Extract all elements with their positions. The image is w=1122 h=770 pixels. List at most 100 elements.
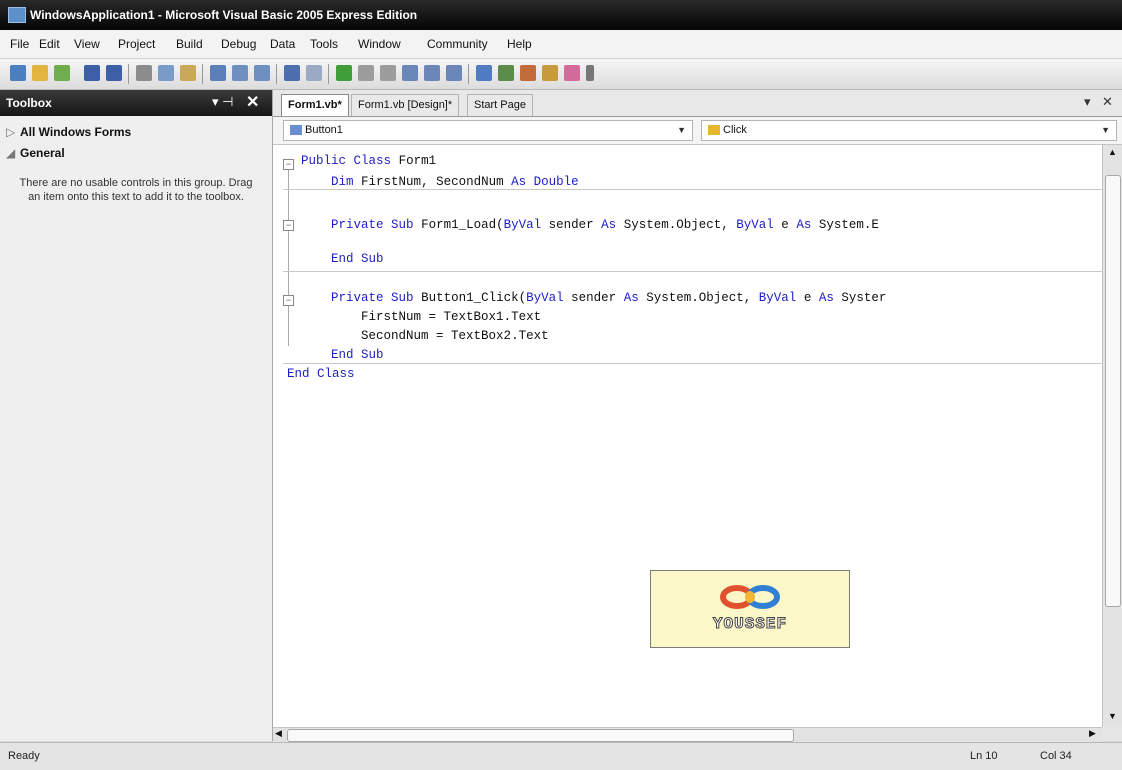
- class-name-value: Button1: [305, 124, 343, 136]
- keyword-token: ByVal: [736, 218, 774, 232]
- keyword-token: Double: [533, 175, 579, 189]
- outline-line: [288, 170, 289, 346]
- window-title: WindowsApplication1 - Microsoft Visual B…: [30, 8, 418, 22]
- step-over-icon[interactable]: [424, 65, 440, 81]
- scrollbar-thumb[interactable]: [287, 729, 794, 742]
- tab-start-page[interactable]: Start Page: [467, 94, 533, 116]
- keyword-token: End: [287, 367, 310, 381]
- keyword-token: Dim: [331, 175, 354, 189]
- menu-help[interactable]: Help: [507, 37, 532, 51]
- tab-form1-design[interactable]: Form1.vb [Design]*: [351, 94, 460, 116]
- menu-data[interactable]: Data: [270, 37, 295, 51]
- keyword-token: ByVal: [503, 218, 542, 232]
- properties-icon[interactable]: [498, 65, 514, 81]
- undo-icon[interactable]: [284, 65, 300, 81]
- code-editor[interactable]: − − − Public Class Form1 Dim FirstNum, S…: [273, 145, 1102, 727]
- uncomment-icon[interactable]: [254, 65, 270, 81]
- collapse-region-icon[interactable]: −: [283, 220, 294, 231]
- redo-icon[interactable]: [306, 65, 322, 81]
- start-debugging-icon[interactable]: [336, 65, 352, 81]
- menu-edit[interactable]: Edit: [39, 37, 60, 51]
- menu-build[interactable]: Build: [176, 37, 203, 51]
- solution-explorer-icon[interactable]: [476, 65, 492, 81]
- youssef-logo: YOUSSEF: [650, 570, 850, 648]
- horizontal-scrollbar[interactable]: ◀ ▶: [273, 727, 1102, 742]
- keyword-token: End: [331, 252, 354, 266]
- standard-toolbar: [0, 59, 1122, 90]
- toolbar-options-icon[interactable]: [586, 65, 594, 81]
- menu-community[interactable]: Community: [427, 37, 488, 51]
- object-browser-icon[interactable]: [520, 65, 536, 81]
- toolbox-section-general[interactable]: ◢ General: [6, 146, 65, 160]
- keyword-token: Class: [317, 367, 355, 381]
- menu-tools[interactable]: Tools: [310, 37, 338, 51]
- keyword-token: Sub: [391, 291, 414, 305]
- toolbox-section-all-windows-forms[interactable]: ▷ All Windows Forms: [6, 125, 131, 139]
- method-separator: [283, 189, 1102, 190]
- menu-file[interactable]: File: [10, 37, 29, 51]
- save-icon[interactable]: [84, 65, 100, 81]
- status-bar: Ready Ln 10 Col 34: [0, 742, 1122, 770]
- code-line: End Sub: [301, 252, 384, 266]
- scrollbar-thumb[interactable]: [1105, 175, 1121, 607]
- keyword-token: Sub: [361, 252, 384, 266]
- keyword-token: Sub: [391, 218, 414, 232]
- scroll-right-icon[interactable]: ▶: [1089, 728, 1096, 739]
- comment-icon[interactable]: [232, 65, 248, 81]
- scroll-left-icon[interactable]: ◀: [275, 728, 282, 739]
- vertical-scrollbar[interactable]: ▲ ▼: [1102, 145, 1122, 727]
- code-line: Private Sub Form1_Load(ByVal sender As S…: [331, 218, 879, 232]
- toolbar-separator: [468, 64, 469, 84]
- toolbox-title: Toolbox: [6, 96, 52, 110]
- keyword-token: As: [601, 218, 617, 232]
- code-editor-window: Form1.vb* Form1.vb [Design]* Start Page …: [273, 90, 1122, 742]
- break-all-icon[interactable]: [358, 65, 374, 81]
- paste-icon[interactable]: [180, 65, 196, 81]
- keyword-token: End: [331, 348, 354, 362]
- keyword-token: Class: [353, 154, 392, 168]
- pin-icon[interactable]: ▾ ⊣: [212, 94, 233, 110]
- new-project-icon[interactable]: [10, 65, 26, 81]
- code-navigation-bar: Button1 ▼ Click ▼: [273, 117, 1122, 145]
- method-separator: [283, 271, 1102, 272]
- toolbar-separator: [202, 64, 203, 84]
- start-page-icon[interactable]: [564, 65, 580, 81]
- menu-debug[interactable]: Debug: [221, 37, 256, 51]
- method-separator: [283, 363, 1102, 364]
- keyword-token: As: [796, 218, 812, 232]
- keyword-token: Private: [331, 291, 384, 305]
- chevron-down-icon: ▼: [1101, 125, 1110, 135]
- keyword-token: As: [511, 175, 527, 189]
- method-name-combo[interactable]: Click ▼: [701, 120, 1117, 141]
- document-tabs: Form1.vb* Form1.vb [Design]* Start Page …: [273, 90, 1122, 117]
- tab-list-icon[interactable]: ▾: [1084, 94, 1091, 110]
- chevron-down-icon: ▼: [677, 125, 686, 135]
- keyword-token: Sub: [361, 348, 384, 362]
- scroll-up-icon[interactable]: ▲: [1108, 147, 1117, 157]
- expand-arrow-icon: ▷: [6, 125, 16, 139]
- cut-icon[interactable]: [136, 65, 152, 81]
- tab-form1-code[interactable]: Form1.vb*: [281, 94, 349, 116]
- infinity-logo-icon: [720, 585, 780, 609]
- copy-icon[interactable]: [158, 65, 174, 81]
- event-icon: [708, 125, 720, 136]
- scroll-down-icon[interactable]: ▼: [1108, 711, 1117, 721]
- close-icon[interactable]: ✕: [246, 92, 259, 112]
- step-into-icon[interactable]: [402, 65, 418, 81]
- step-out-icon[interactable]: [446, 65, 462, 81]
- status-text: Ready: [8, 750, 40, 762]
- add-item-icon[interactable]: [54, 65, 70, 81]
- close-document-icon[interactable]: ✕: [1102, 94, 1113, 110]
- menu-bar: File Edit View Project Build Debug Data …: [0, 30, 1122, 59]
- menu-view[interactable]: View: [74, 37, 100, 51]
- collapse-region-icon[interactable]: −: [283, 295, 294, 306]
- stop-debugging-icon[interactable]: [380, 65, 396, 81]
- collapse-region-icon[interactable]: −: [283, 159, 294, 170]
- find-icon[interactable]: [210, 65, 226, 81]
- save-all-icon[interactable]: [106, 65, 122, 81]
- menu-project[interactable]: Project: [118, 37, 155, 51]
- class-name-combo[interactable]: Button1 ▼: [283, 120, 693, 141]
- toolbox-icon[interactable]: [542, 65, 558, 81]
- open-project-icon[interactable]: [32, 65, 48, 81]
- menu-window[interactable]: Window: [358, 37, 401, 51]
